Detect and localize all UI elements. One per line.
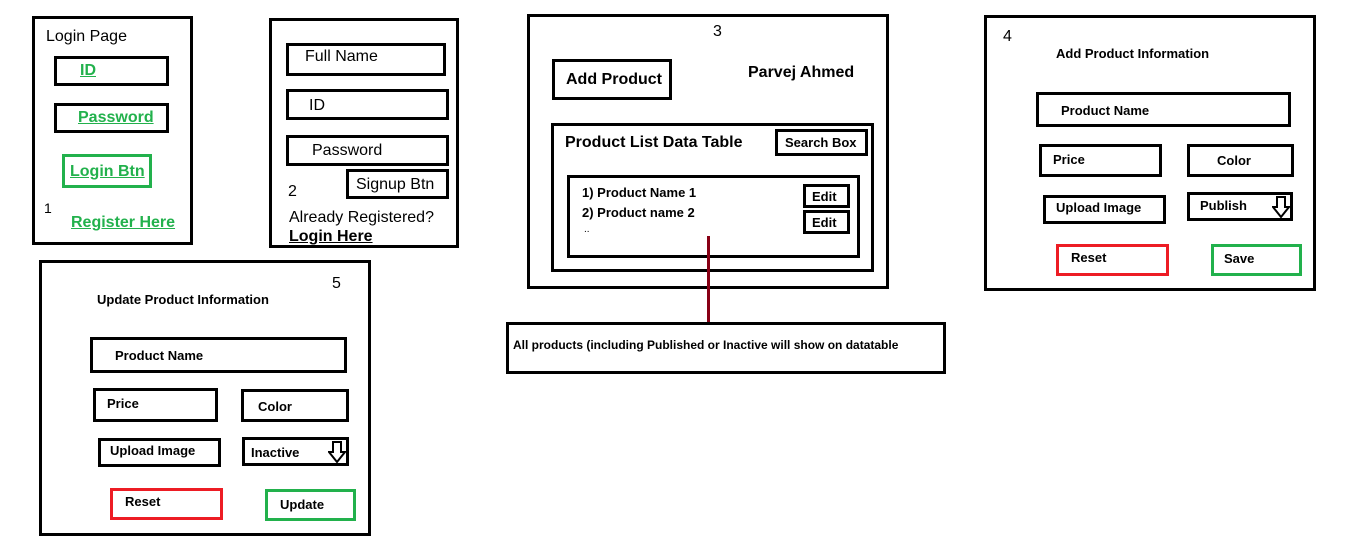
- upload-image-label: Upload Image: [1056, 200, 1142, 215]
- update-button[interactable]: Update: [265, 489, 356, 521]
- search-box[interactable]: Search Box: [775, 129, 868, 156]
- price-field[interactable]: Price: [1039, 144, 1162, 177]
- price-label: Price: [107, 396, 139, 411]
- upload-image-label: Upload Image: [110, 443, 196, 458]
- table-row: 1) Product Name 1: [582, 185, 697, 200]
- save-label: Save: [1224, 251, 1255, 266]
- fullname-label: Full Name: [305, 48, 378, 65]
- add-product-button[interactable]: Add Product: [552, 59, 672, 100]
- down-arrow-icon: [328, 441, 346, 463]
- signup-id-label: ID: [309, 97, 325, 114]
- product-name-field[interactable]: Product Name: [1036, 92, 1291, 127]
- upload-image-button[interactable]: Upload Image: [1043, 195, 1166, 224]
- panel-number: 3: [713, 23, 722, 40]
- panel-number: 2: [288, 183, 297, 200]
- color-label: Color: [258, 399, 292, 414]
- update-form-title: Update Product Information: [97, 292, 269, 307]
- upload-image-button[interactable]: Upload Image: [98, 438, 221, 467]
- login-button[interactable]: Login Btn: [62, 154, 152, 188]
- status-value: Publish: [1200, 198, 1247, 213]
- table-row: 2) Product name 2: [582, 205, 695, 220]
- user-name: Parvej Ahmed: [748, 64, 855, 81]
- note-text: All products (including Published or Ina…: [513, 338, 899, 352]
- status-select[interactable]: Publish: [1187, 192, 1293, 221]
- panel-number: 1: [44, 200, 52, 216]
- product-name-label: Product Name: [1061, 103, 1150, 118]
- signup-button-label: Signup Btn: [356, 176, 435, 193]
- reset-label: Reset: [1071, 250, 1107, 265]
- signup-id-field[interactable]: ID: [286, 89, 449, 120]
- panel-number: 4: [1003, 28, 1012, 45]
- add-product-panel: 4 Add Product Information Product Name P…: [984, 15, 1316, 291]
- login-id-label: ID: [80, 62, 96, 79]
- color-field[interactable]: Color: [1187, 144, 1294, 177]
- add-product-label: Add Product: [566, 71, 662, 88]
- down-arrow-icon: [1272, 196, 1290, 218]
- update-label: Update: [280, 497, 325, 512]
- product-table-container: Product List Data Table Search Box 1) Pr…: [551, 123, 874, 272]
- login-password-label: Password: [78, 109, 154, 126]
- product-name-label: Product Name: [115, 348, 204, 363]
- save-button[interactable]: Save: [1211, 244, 1302, 276]
- edit-button[interactable]: Edit: [803, 184, 850, 208]
- status-value: Inactive: [251, 445, 300, 460]
- product-name-field[interactable]: Product Name: [90, 337, 347, 373]
- table-title: Product List Data Table: [565, 134, 743, 151]
- price-field[interactable]: Price: [93, 388, 218, 422]
- color-field[interactable]: Color: [241, 389, 349, 422]
- connector-line: [707, 236, 710, 324]
- price-label: Price: [1053, 152, 1085, 167]
- register-here-link[interactable]: Register Here: [71, 214, 175, 232]
- login-page-title: Login Page: [46, 28, 127, 45]
- login-password-field[interactable]: Password: [54, 103, 169, 133]
- reset-label: Reset: [125, 494, 161, 509]
- panel-number: 5: [332, 275, 341, 292]
- fullname-field[interactable]: Full Name: [286, 43, 446, 76]
- status-select[interactable]: Inactive: [242, 437, 349, 466]
- signup-password-field[interactable]: Password: [286, 135, 449, 166]
- reset-button[interactable]: Reset: [1056, 244, 1169, 276]
- signup-password-label: Password: [312, 142, 383, 159]
- edit-button[interactable]: Edit: [803, 210, 850, 234]
- login-id-field[interactable]: ID: [54, 56, 169, 86]
- login-page-panel: Login Page ID Password Login Btn 1 Regis…: [32, 16, 193, 245]
- add-form-title: Add Product Information: [1056, 46, 1210, 61]
- reset-button[interactable]: Reset: [110, 488, 223, 520]
- color-label: Color: [1217, 153, 1251, 168]
- signup-button[interactable]: Signup Btn: [346, 169, 449, 199]
- signup-panel: Full Name ID Password Signup Btn 2 Alrea…: [269, 18, 459, 248]
- product-list: 1) Product Name 1 2) Product name 2 .. E…: [567, 175, 860, 258]
- edit-label: Edit: [812, 189, 837, 204]
- already-registered-text: Already Registered?: [289, 209, 434, 226]
- edit-label: Edit: [812, 215, 837, 230]
- search-box-label: Search Box: [785, 135, 857, 150]
- ellipsis: ..: [584, 224, 590, 235]
- note-box: All products (including Published or Ina…: [506, 322, 946, 374]
- update-product-panel: 5 Update Product Information Product Nam…: [39, 260, 371, 536]
- login-here-link[interactable]: Login Here: [289, 228, 373, 246]
- login-button-label: Login Btn: [70, 163, 145, 180]
